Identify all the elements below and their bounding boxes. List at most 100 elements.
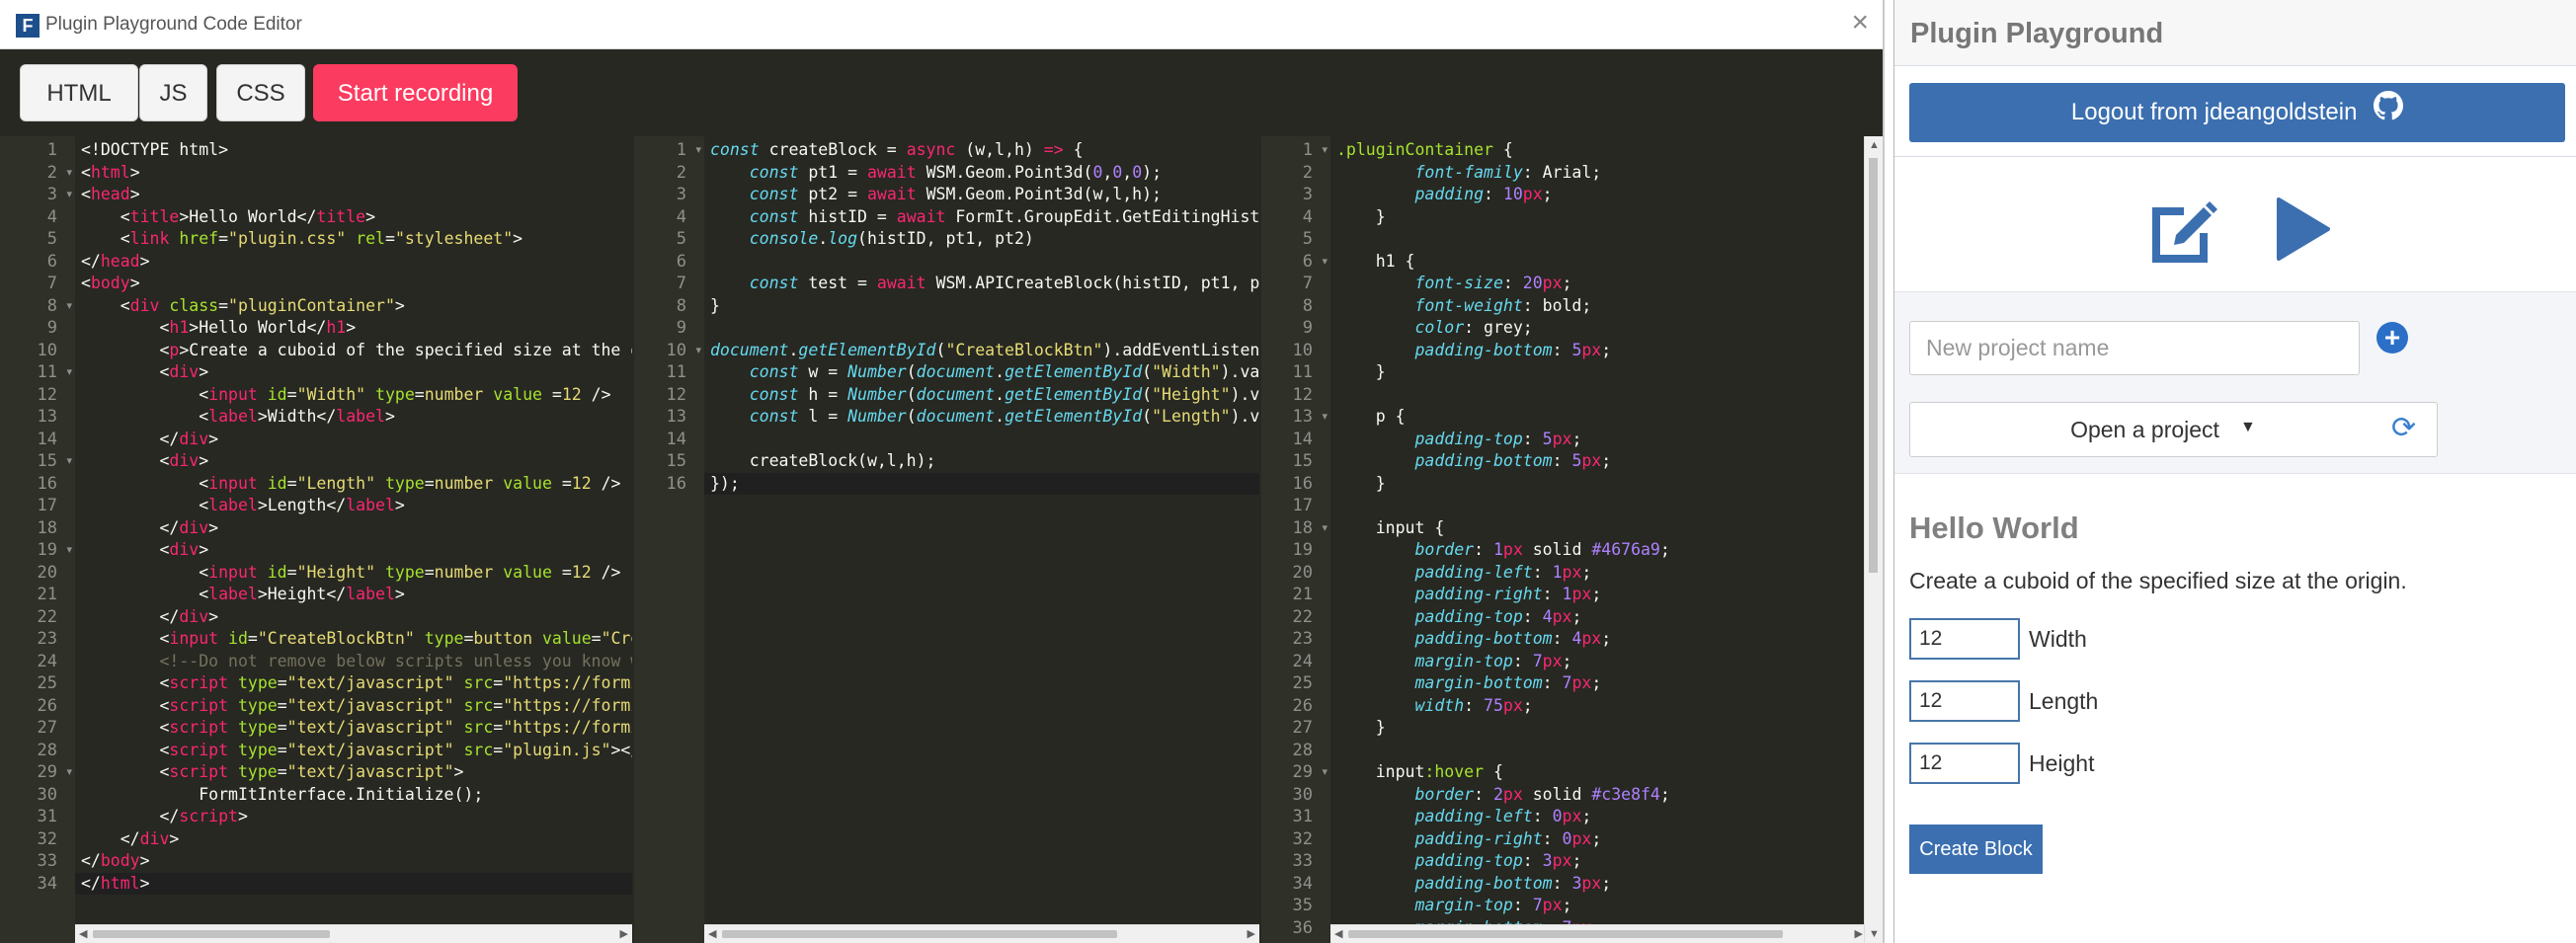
code-line[interactable]: font-family: Arial; <box>1336 162 1601 185</box>
scroll-left-icon[interactable]: ◀ <box>79 925 87 943</box>
code-line[interactable]: <input id="Width" type=number value =12 … <box>81 384 610 407</box>
fold-icon[interactable]: ▾ <box>66 361 72 384</box>
add-project-icon[interactable]: + <box>2376 322 2408 354</box>
code-line[interactable]: <div class="pluginContainer"> <box>81 295 405 318</box>
code-line[interactable]: padding-left: 0px; <box>1336 806 1591 828</box>
code-line[interactable]: const w = Number(document.getElementById… <box>710 361 1259 384</box>
code-line[interactable]: <label>Length</label> <box>81 495 405 517</box>
code-line[interactable]: border: 2px solid #c3e8f4; <box>1336 784 1669 807</box>
fold-icon[interactable]: ▾ <box>695 139 701 162</box>
code-line[interactable]: </div> <box>81 606 218 629</box>
scrollbar-thumb[interactable] <box>1348 930 1783 938</box>
code-line[interactable]: p { <box>1336 406 1406 429</box>
code-line[interactable]: input:hover { <box>1336 761 1503 784</box>
fold-icon[interactable]: ▾ <box>66 162 72 185</box>
scroll-up-icon[interactable]: ▲ <box>1869 139 1880 151</box>
create-block-button[interactable]: Create Block <box>1909 825 2043 874</box>
code-line[interactable]: input { <box>1336 517 1445 540</box>
fold-icon[interactable]: ▾ <box>66 450 72 473</box>
code-line[interactable]: padding-top: 3px; <box>1336 850 1581 873</box>
code-line[interactable]: <p>Create a cuboid of the specified size… <box>81 340 632 362</box>
code-line[interactable]: <script type="text/javascript" src="http… <box>81 695 632 718</box>
start-recording-button[interactable]: Start recording <box>313 64 518 121</box>
open-project-dropdown[interactable]: Open a project ▼ ⟳ <box>1909 402 2438 457</box>
html-horizontal-scrollbar[interactable]: ◀ ▶ <box>75 924 632 943</box>
code-line[interactable]: </div> <box>81 429 218 451</box>
refresh-icon[interactable]: ⟳ <box>2391 411 2416 445</box>
code-line[interactable]: <div> <box>81 450 208 473</box>
scrollbar-thumb[interactable] <box>1869 158 1878 573</box>
code-line[interactable]: const createBlock = async (w,l,h) => { <box>710 139 1084 162</box>
code-line[interactable]: margin-top: 7px; <box>1336 651 1571 673</box>
code-line[interactable]: color: grey; <box>1336 317 1532 340</box>
code-line[interactable]: const histID = await FormIt.GroupEdit.Ge… <box>710 206 1259 229</box>
css-code-pane[interactable]: 1 ▾ 2 3 4 5 6 ▾ 7 8 9 10 11 12 13 ▾ 14 15 16 17 18 ▾ 19 20 21 22 2… <box>1261 136 1867 943</box>
fold-icon[interactable]: ▾ <box>66 761 72 784</box>
scrollbar-thumb[interactable] <box>722 930 1117 938</box>
code-line[interactable]: } <box>710 295 720 318</box>
js-horizontal-scrollbar[interactable]: ◀ ▶ <box>704 924 1259 943</box>
code-line[interactable]: } <box>1336 717 1386 740</box>
code-line[interactable]: .pluginContainer { <box>1336 139 1513 162</box>
fold-icon[interactable]: ▾ <box>66 295 72 318</box>
code-line[interactable]: <h1>Hello World</h1> <box>81 317 356 340</box>
code-line[interactable]: </script> <box>81 806 247 828</box>
js-code[interactable]: const createBlock = async (w,l,h) => { c… <box>704 136 1259 943</box>
code-line[interactable]: const l = Number(document.getElementById… <box>710 406 1259 429</box>
fold-icon[interactable]: ▾ <box>1322 139 1328 162</box>
code-line[interactable]: <link href="plugin.css" rel="stylesheet"… <box>81 228 523 251</box>
css-horizontal-scrollbar[interactable]: ◀ ▶ <box>1330 924 1867 943</box>
code-line[interactable]: } <box>1336 361 1386 384</box>
code-line[interactable]: padding-bottom: 3px; <box>1336 873 1611 896</box>
code-line[interactable]: <script type="text/javascript" src="http… <box>81 717 632 740</box>
code-line[interactable]: <title>Hello World</title> <box>81 206 375 229</box>
code-line[interactable]: padding: 10px; <box>1336 184 1552 206</box>
fold-icon[interactable]: ▾ <box>1322 406 1328 429</box>
height-input[interactable] <box>1909 743 2020 784</box>
code-line[interactable]: <div> <box>81 539 208 562</box>
tab-html[interactable]: HTML <box>20 64 138 121</box>
fold-icon[interactable]: ▾ <box>66 539 72 562</box>
code-line[interactable]: padding-bottom: 5px; <box>1336 450 1611 473</box>
code-line[interactable]: <input id="Length" type=number value =12… <box>81 473 620 496</box>
code-line[interactable]: const h = Number(document.getElementById… <box>710 384 1259 407</box>
width-input[interactable] <box>1909 618 2020 660</box>
code-line[interactable]: padding-bottom: 4px; <box>1336 628 1611 651</box>
code-line[interactable]: document.getElementById("CreateBlockBtn"… <box>710 340 1259 362</box>
code-line[interactable]: margin-bottom: 7px; <box>1336 672 1601 695</box>
code-line[interactable]: <!--Do not remove below scripts unless y… <box>81 651 632 673</box>
length-input[interactable] <box>1909 680 2020 722</box>
code-line[interactable]: <label>Width</label> <box>81 406 395 429</box>
code-line[interactable]: margin-top: 7px; <box>1336 895 1571 917</box>
code-line[interactable]: <head> <box>81 184 140 206</box>
code-line[interactable]: const test = await WSM.APICreateBlock(hi… <box>710 273 1259 295</box>
fold-icon[interactable]: ▾ <box>695 340 701 362</box>
code-line[interactable]: </div> <box>81 828 180 851</box>
fold-icon[interactable]: ▾ <box>1322 761 1328 784</box>
code-line[interactable]: <input id="Height" type=number value =12… <box>81 562 620 585</box>
tab-css[interactable]: CSS <box>216 64 305 121</box>
code-line[interactable]: </body> <box>81 850 150 873</box>
html-code[interactable]: <!DOCTYPE html> <html> <head> <title>Hello… <box>75 136 632 943</box>
code-line[interactable]: font-size: 20px; <box>1336 273 1571 295</box>
code-line[interactable]: <script type="text/javascript" src="http… <box>81 672 632 695</box>
play-icon[interactable] <box>2275 197 2330 266</box>
scrollbar-thumb[interactable] <box>93 930 330 938</box>
code-line[interactable]: font-weight: bold; <box>1336 295 1591 318</box>
code-line[interactable]: border: 1px solid #4676a9; <box>1336 539 1669 562</box>
scroll-right-icon[interactable]: ▶ <box>1855 925 1863 943</box>
js-code-pane[interactable]: 1 ▾ 2 3 4 5 6 7 8 9 10 ▾ 11 12 13 14 15 16 const createBl… <box>634 136 1259 943</box>
code-line[interactable]: FormItInterface.Initialize(); <box>81 784 483 807</box>
css-code[interactable]: .pluginContainer { font-family: Arial; p… <box>1330 136 1867 943</box>
code-line[interactable]: h1 { <box>1336 251 1415 274</box>
code-line[interactable]: <script type="text/javascript" src="plug… <box>81 740 632 762</box>
code-line[interactable]: const pt1 = await WSM.Geom.Point3d(0,0,0… <box>710 162 1162 185</box>
code-line[interactable]: padding-bottom: 5px; <box>1336 340 1611 362</box>
scroll-right-icon[interactable]: ▶ <box>1248 925 1255 943</box>
code-line[interactable]: </div> <box>81 517 218 540</box>
code-line[interactable]: padding-top: 4px; <box>1336 606 1581 629</box>
code-line[interactable]: <!DOCTYPE html> <box>81 139 228 162</box>
html-code-pane[interactable]: 1 2 ▾ 3 ▾ 4 5 6 7 8 ▾ 9 10 11 ▾ 12 13 14 15 ▾ 16 17 18 19 ▾ 20 21 2… <box>0 136 632 943</box>
code-line[interactable]: padding-right: 0px; <box>1336 828 1601 851</box>
edit-icon[interactable] <box>2146 197 2217 268</box>
